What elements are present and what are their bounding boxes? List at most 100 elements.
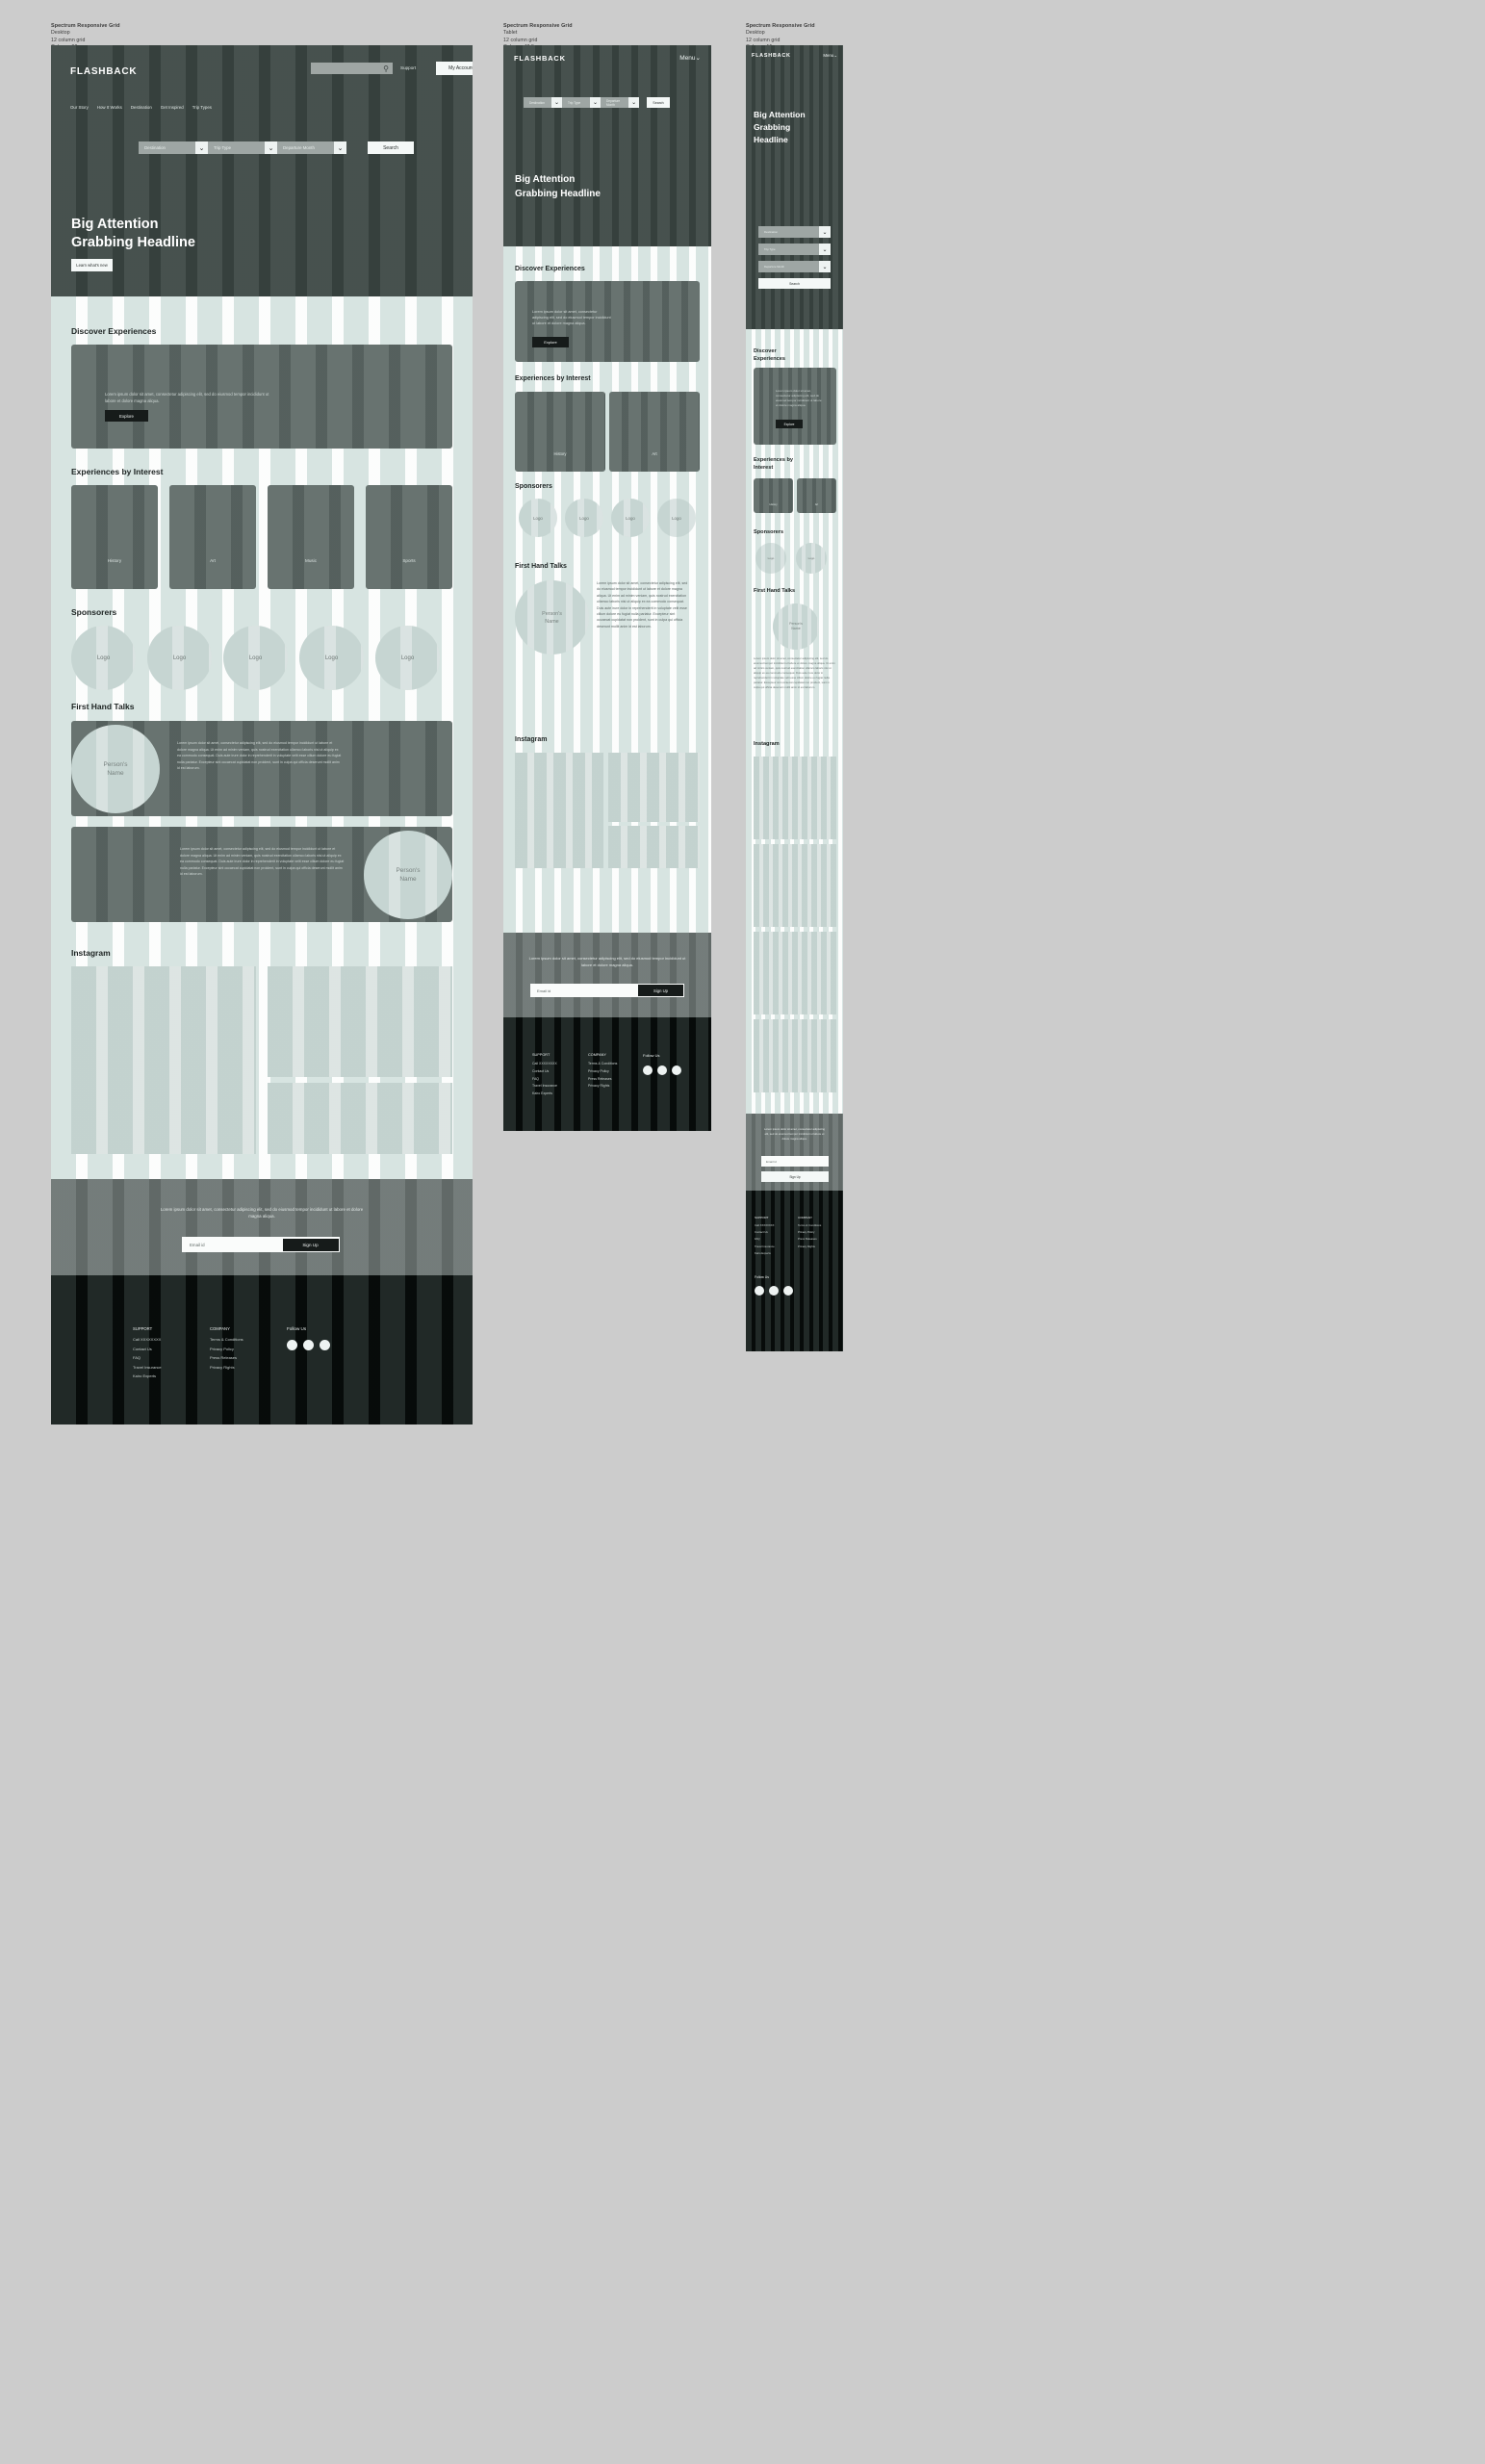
instagram-tile[interactable] — [268, 1083, 452, 1154]
footer-link[interactable]: Terms & Conditions — [798, 1223, 821, 1227]
interest-card-art[interactable]: Art — [609, 392, 700, 472]
interest-card-history[interactable]: History — [71, 485, 158, 589]
sponsor-logo[interactable]: Logo — [147, 626, 212, 690]
discover-card[interactable]: Lorem ipsum dolor sit amet, consectetur … — [71, 345, 452, 449]
instagram-tile[interactable] — [71, 966, 256, 1154]
destination-select[interactable]: Destination ⌄ — [758, 226, 831, 238]
nav-item-destination[interactable]: Destination — [131, 105, 152, 110]
email-field[interactable]: Email id — [530, 988, 550, 993]
sponsor-logo[interactable]: Logo — [611, 499, 650, 537]
footer-link[interactable]: Call XXXXXXXX — [755, 1223, 775, 1227]
instagram-tile[interactable] — [268, 966, 452, 1077]
footer-link[interactable]: Privacy Rights — [798, 1245, 821, 1248]
nav-item-how-it-works[interactable]: How It Works — [97, 105, 122, 110]
footer-link[interactable]: Privacy Policy — [588, 1069, 617, 1073]
sponsor-logo[interactable]: Logo — [755, 543, 786, 574]
interest-card-art[interactable]: Art — [797, 478, 836, 513]
footer-link[interactable]: FAQ — [133, 1355, 162, 1360]
learn-whats-new-button[interactable]: Learn what's new — [71, 259, 113, 271]
destination-select[interactable]: Destination ⌄ — [139, 141, 208, 154]
footer-link[interactable]: Travel Insurance — [755, 1245, 775, 1248]
search-submit-button[interactable]: Search — [368, 141, 414, 154]
brand-logo[interactable]: FLASHBACK — [70, 66, 137, 77]
footer-link[interactable]: Contact Us — [532, 1069, 557, 1073]
social-dot-icon[interactable] — [672, 1065, 681, 1075]
instagram-tile[interactable] — [754, 844, 836, 927]
instagram-tile[interactable] — [608, 753, 700, 822]
brand-logo[interactable]: FLASHBACK — [514, 54, 566, 63]
social-dot-icon[interactable] — [769, 1286, 779, 1296]
departure-month-select[interactable]: Departure Month ⌄ — [277, 141, 346, 154]
nav-item-our-story[interactable]: Our Story — [70, 105, 89, 110]
sponsor-logo[interactable]: Logo — [519, 499, 557, 537]
explore-button[interactable]: Explore — [776, 420, 803, 428]
sponsor-logo[interactable]: Logo — [375, 626, 440, 690]
footer-link[interactable]: Kairo Experts — [133, 1373, 162, 1378]
instagram-tile[interactable] — [515, 753, 603, 868]
menu-button[interactable]: Menu⌄ — [679, 54, 701, 62]
footer-link[interactable]: Travel Insurance — [133, 1365, 162, 1370]
footer-link[interactable]: Privacy Rights — [588, 1084, 617, 1088]
talk-card-left-avatar[interactable]: Person's Name Lorem ipsum dolor sit amet… — [71, 721, 452, 816]
social-dot-icon[interactable] — [657, 1065, 667, 1075]
instagram-tile[interactable] — [754, 1019, 836, 1092]
discover-card[interactable]: Lorem ipsum dolor sit amet, consectetur … — [515, 281, 700, 362]
interest-card-sports[interactable]: Sports — [366, 485, 452, 589]
social-dot-icon[interactable] — [755, 1286, 764, 1296]
social-dot-icon[interactable] — [303, 1340, 314, 1350]
interest-card-art[interactable]: Art — [169, 485, 256, 589]
talk-card-right-avatar[interactable]: Lorem ipsum dolor sit amet, consectetur … — [71, 827, 452, 922]
nav-item-get-inspired[interactable]: Get Inspired — [161, 105, 184, 110]
footer-link[interactable]: Press Releases — [798, 1237, 821, 1241]
trip-type-select[interactable]: Trip Type ⌄ — [758, 244, 831, 255]
brand-logo[interactable]: FLASHBACK — [752, 53, 791, 59]
social-dot-icon[interactable] — [783, 1286, 793, 1296]
social-dot-icon[interactable] — [287, 1340, 297, 1350]
signup-button[interactable]: Sign Up — [282, 1238, 339, 1251]
instagram-tile[interactable] — [754, 757, 836, 839]
footer-link[interactable]: Terms & Conditions — [588, 1062, 617, 1065]
sponsor-logo[interactable]: Logo — [71, 626, 136, 690]
destination-select[interactable]: Destination ⌄ — [524, 97, 562, 108]
footer-link[interactable]: Privacy Policy — [210, 1347, 243, 1351]
instagram-tile[interactable] — [608, 826, 700, 868]
footer-link[interactable]: Press Releases — [588, 1077, 617, 1081]
email-field[interactable]: Email id — [182, 1243, 205, 1247]
instagram-tile[interactable] — [754, 932, 836, 1014]
interest-card-history[interactable]: History — [515, 392, 605, 472]
sponsor-logo[interactable]: Logo — [657, 499, 696, 537]
nav-item-trip-types[interactable]: Trip Types — [192, 105, 212, 110]
search-submit-button[interactable]: Search — [647, 97, 670, 108]
footer-link[interactable]: Travel Insurance — [532, 1084, 557, 1088]
interest-card-history[interactable]: History — [754, 478, 793, 513]
trip-type-select[interactable]: Trip Type ⌄ — [208, 141, 277, 154]
sponsor-logo[interactable]: Logo — [796, 543, 827, 574]
footer-link[interactable]: FAQ — [755, 1237, 775, 1241]
footer-link[interactable]: FAQ — [532, 1077, 557, 1081]
footer-link[interactable]: Contact Us — [755, 1230, 775, 1234]
interest-card-music[interactable]: Music — [268, 485, 354, 589]
footer-link[interactable]: Privacy Rights — [210, 1365, 243, 1370]
footer-link[interactable]: Privacy Policy — [798, 1230, 821, 1234]
sponsor-logo[interactable]: Logo — [223, 626, 288, 690]
explore-button[interactable]: Explore — [105, 410, 148, 422]
footer-link[interactable]: Kairo Experts — [532, 1091, 557, 1095]
my-account-button[interactable]: My Account — [436, 62, 473, 75]
support-link[interactable]: Support — [400, 65, 416, 70]
footer-link[interactable]: Press Releases — [210, 1355, 243, 1360]
explore-button[interactable]: Explore — [532, 337, 569, 347]
signup-button[interactable]: Sign Up — [761, 1171, 829, 1182]
discover-card[interactable]: Lorem ipsum dolor sit amet, consectetur … — [754, 368, 836, 445]
menu-button[interactable]: Menu⌄ — [823, 53, 837, 59]
departure-month-select[interactable]: Departure Month ⌄ — [758, 261, 831, 272]
social-dot-icon[interactable] — [320, 1340, 330, 1350]
search-input[interactable]: ⚲ — [311, 63, 393, 74]
footer-link[interactable]: Contact Us — [133, 1347, 162, 1351]
departure-month-select[interactable]: Departure Month ⌄ — [601, 97, 639, 108]
footer-link[interactable]: Call XXXXXXXX — [532, 1062, 557, 1065]
footer-link[interactable]: Kairo Experts — [755, 1251, 775, 1255]
footer-link[interactable]: Terms & Conditions — [210, 1337, 243, 1342]
social-dot-icon[interactable] — [643, 1065, 653, 1075]
footer-link[interactable]: Call XXXXXXXX — [133, 1337, 162, 1342]
signup-button[interactable]: Sign Up — [638, 985, 683, 996]
